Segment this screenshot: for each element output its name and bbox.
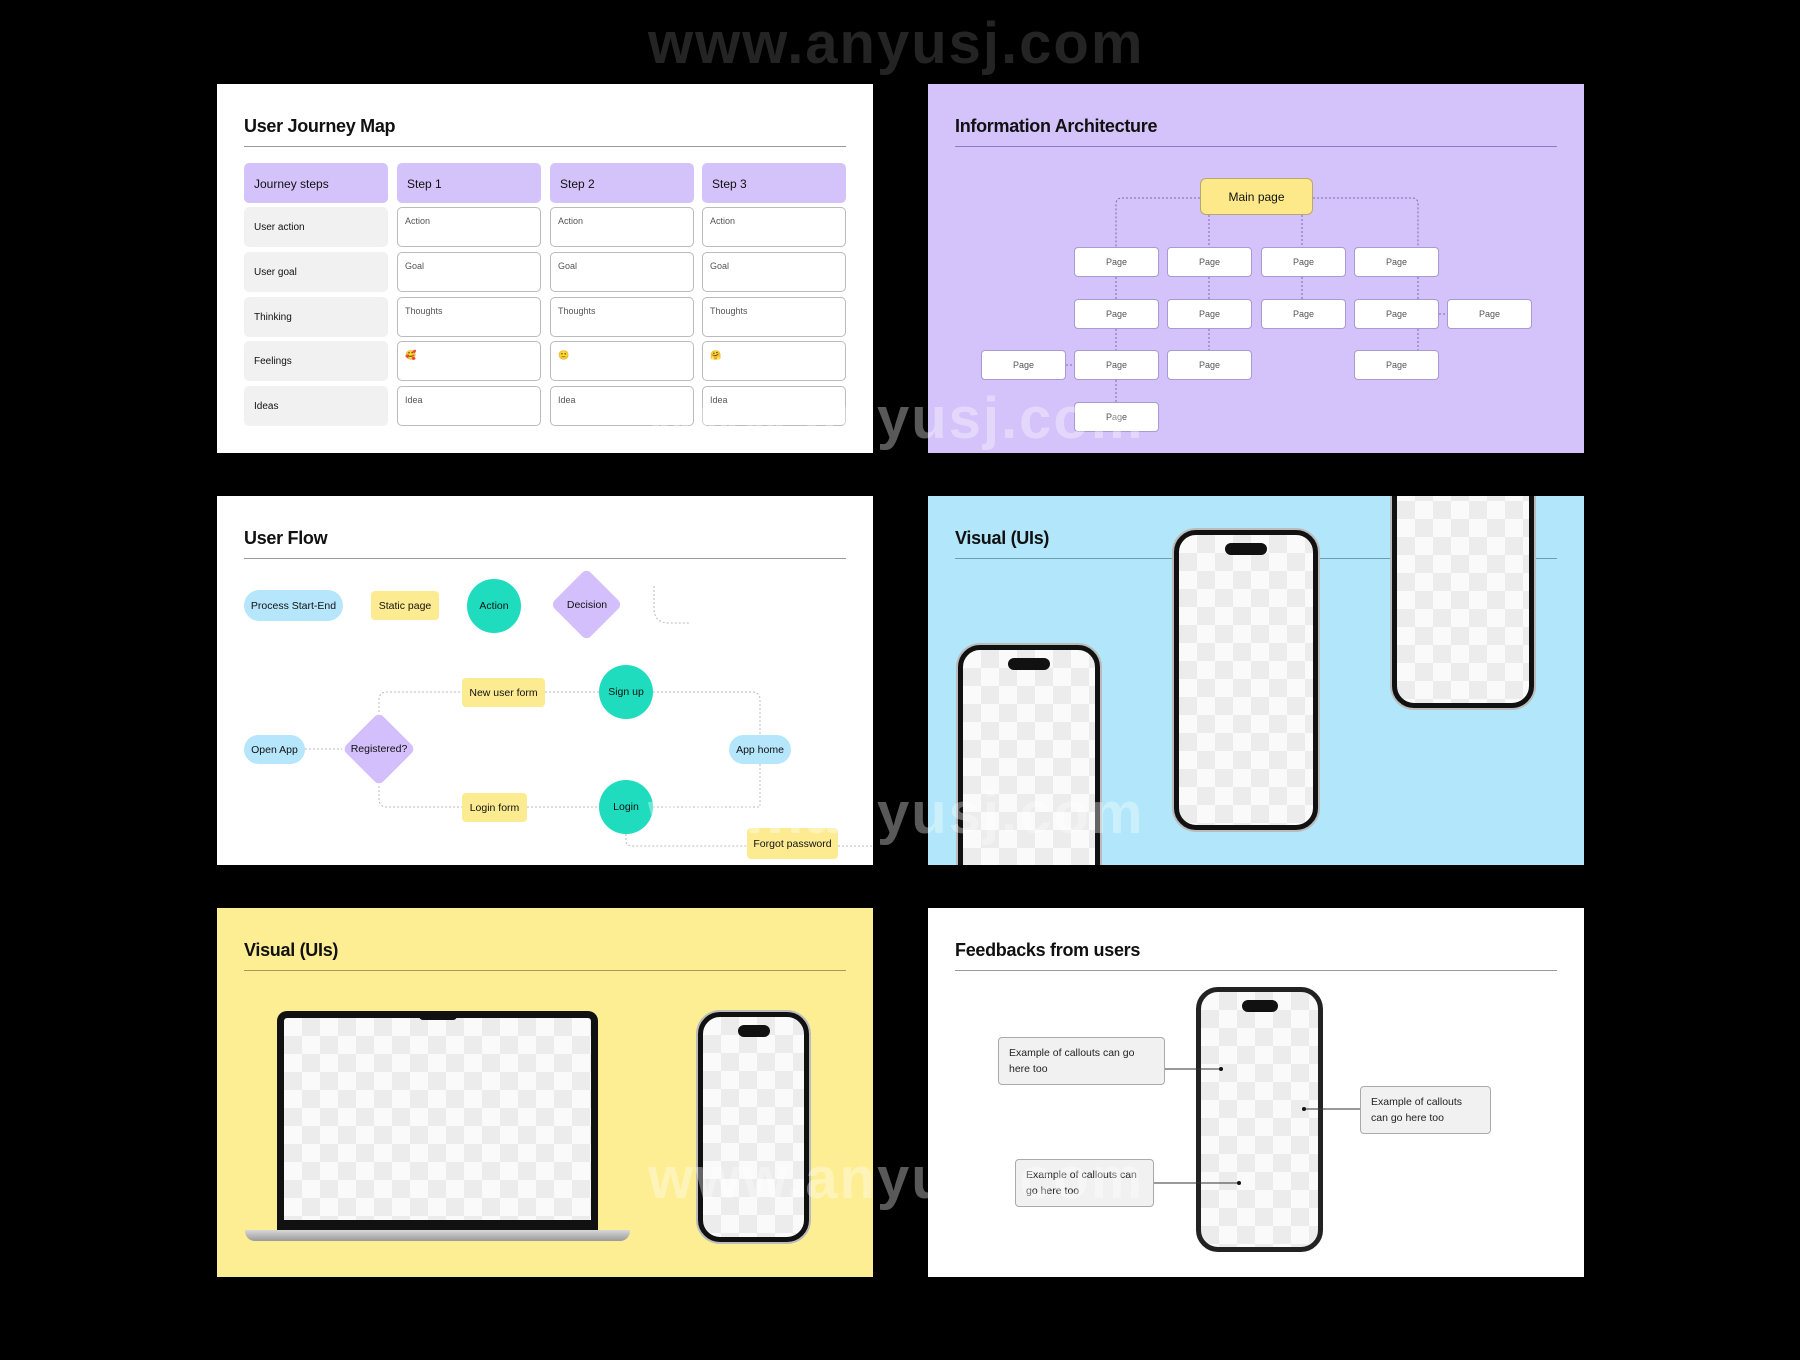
ia-page-node[interactable]: Page: [1167, 247, 1252, 277]
legend-static-page: Static page: [371, 591, 439, 620]
row-label: Feelings: [244, 341, 388, 381]
step-header: Step 3: [702, 163, 846, 203]
ia-page-node[interactable]: Page: [1167, 350, 1252, 380]
user-journey-map-panel: User Journey Map Journey steps Step 1 Step…: [217, 84, 873, 453]
row-label: User action: [244, 207, 388, 247]
feedback-callout: Example of callouts can go here too: [1360, 1086, 1491, 1134]
ia-page-node[interactable]: Page: [1074, 299, 1159, 329]
journey-cell[interactable]: 🥰: [397, 341, 541, 381]
ia-page-node[interactable]: Page: [1261, 247, 1346, 277]
panel-title: Feedbacks from users: [955, 940, 1141, 960]
flow-node-login[interactable]: Login: [599, 780, 653, 834]
flow-node-login-form[interactable]: Login form: [462, 793, 527, 822]
panel-title: Information Architecture: [955, 116, 1158, 136]
visual-uis-phones-panel: Visual (UIs): [928, 496, 1584, 865]
journey-cell[interactable]: Thoughts: [702, 297, 846, 337]
ia-page-node[interactable]: Page: [1167, 299, 1252, 329]
panel-title: User Flow: [244, 528, 328, 548]
journey-cell[interactable]: Action: [550, 207, 694, 247]
journey-cell[interactable]: Idea: [702, 386, 846, 426]
ia-page-node[interactable]: Page: [1074, 247, 1159, 277]
flow-node-registered-label: Registered?: [350, 743, 408, 755]
row-label: Ideas: [244, 386, 388, 426]
laptop-mockup-screen: [277, 1011, 598, 1230]
laptop-notch: [419, 1011, 457, 1020]
dynamic-island: [737, 1025, 770, 1037]
phone-mockup: [698, 1012, 809, 1242]
watermark: www.anyusj.com: [648, 11, 1145, 76]
flow-node-open-app[interactable]: Open App: [244, 735, 305, 764]
user-flow-panel: User Flow Process Start-End Static page …: [217, 496, 873, 865]
ia-connectors: [1066, 197, 1447, 402]
legend-process-start-end: Process Start-End: [244, 590, 343, 621]
journey-cell[interactable]: Idea: [397, 386, 541, 426]
legend-action: Action: [467, 579, 521, 633]
flow-connectors: [305, 586, 873, 847]
phone-mockup: [958, 645, 1100, 865]
ia-page-node[interactable]: Page: [1447, 299, 1532, 329]
journey-cell[interactable]: 🤗: [702, 341, 846, 381]
feedbacks-panel: Feedbacks from users Example of callouts…: [928, 908, 1584, 1277]
visual-uis-devices-panel: Visual (UIs): [217, 908, 873, 1277]
journey-cell[interactable]: 🙂: [550, 341, 694, 381]
journey-cell[interactable]: Idea: [550, 386, 694, 426]
row-label: Thinking: [244, 297, 388, 337]
flow-node-sign-up[interactable]: Sign up: [599, 665, 653, 719]
feedback-callout: Example of callouts can go here too: [1015, 1159, 1154, 1207]
journey-cell[interactable]: Goal: [397, 252, 541, 292]
ia-page-node[interactable]: Page: [981, 350, 1066, 380]
journey-cell[interactable]: Thoughts: [397, 297, 541, 337]
journey-cell[interactable]: Thoughts: [550, 297, 694, 337]
ia-page-node[interactable]: Page: [1261, 299, 1346, 329]
journey-steps-header: Journey steps: [244, 163, 388, 203]
phone-mockup: [1392, 496, 1534, 708]
phone-mockup: [1174, 530, 1318, 830]
journey-cell[interactable]: Action: [397, 207, 541, 247]
ia-page-node[interactable]: Page: [1074, 350, 1159, 380]
journey-cell[interactable]: Goal: [550, 252, 694, 292]
laptop-base: [245, 1230, 630, 1241]
dynamic-island: [1225, 543, 1267, 555]
divider: [244, 970, 846, 971]
step-header: Step 1: [397, 163, 541, 203]
panel-title: Visual (UIs): [244, 940, 339, 960]
journey-cell[interactable]: Goal: [702, 252, 846, 292]
flow-node-app-home[interactable]: App home: [729, 735, 791, 764]
ia-page-node[interactable]: Page: [1354, 299, 1439, 329]
flow-node-new-user-form[interactable]: New user form: [462, 678, 545, 707]
legend-decision-label: Decision: [566, 599, 608, 611]
flow-node-forgot-password[interactable]: Forgot password: [747, 828, 838, 859]
step-header: Step 2: [550, 163, 694, 203]
row-label: User goal: [244, 252, 388, 292]
journey-cell[interactable]: Action: [702, 207, 846, 247]
panel-title: User Journey Map: [244, 116, 396, 136]
ia-page-node[interactable]: Page: [1354, 350, 1439, 380]
information-architecture-panel: Information Architecture Main page Page P…: [928, 84, 1584, 453]
ia-page-node[interactable]: Page: [1354, 247, 1439, 277]
divider: [244, 146, 846, 147]
panel-title: Visual (UIs): [955, 528, 1050, 548]
ia-page-node[interactable]: Page: [1074, 402, 1159, 432]
dynamic-island: [1008, 658, 1050, 670]
ia-main-page-node[interactable]: Main page: [1200, 178, 1313, 215]
feedback-callout: Example of callouts can go here too: [998, 1037, 1165, 1085]
